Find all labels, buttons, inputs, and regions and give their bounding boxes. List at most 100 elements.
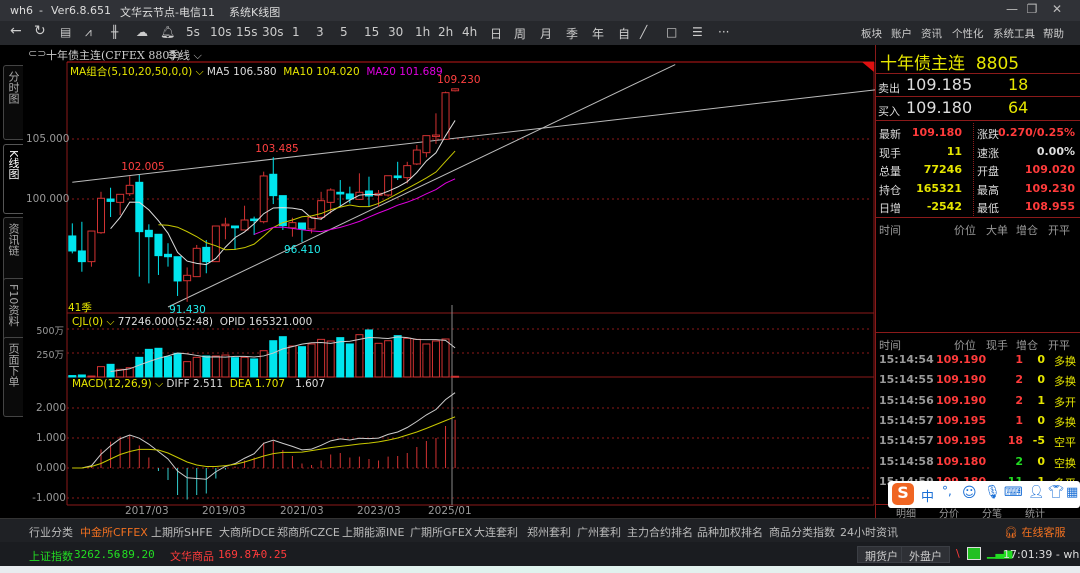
bid-row[interactable]: 买入 109.180 64 [876, 97, 1080, 121]
trade-row: 15:14:56 109.190 2 1 多开 [876, 392, 1080, 410]
candle-body [278, 195, 287, 227]
ask-row[interactable]: 卖出 109.185 18 [876, 73, 1080, 97]
exchange-tab[interactable]: 广期所GFEX [410, 524, 472, 540]
candle-body [125, 184, 134, 195]
bid-price: 109.180 [906, 98, 973, 117]
volume-bar [307, 343, 316, 378]
column-header: 时间 [879, 224, 901, 237]
exchange-tab[interactable]: 大商所DCE [219, 524, 275, 540]
user-icon[interactable]: 👤︎ [1028, 485, 1045, 500]
ma-legend-selector[interactable]: MA组合(5,10,20,50,0,0) [70, 66, 192, 78]
price-annotation: 103.485 [255, 143, 299, 156]
candle-body [326, 189, 335, 203]
exchange-tab[interactable]: 郑州套利 [527, 524, 571, 540]
trade-row: 15:14:58 109.180 2 0 空换 [876, 453, 1080, 471]
candle-body [240, 219, 249, 231]
index-name[interactable]: 上证指数 [29, 548, 73, 564]
exchange-tab[interactable]: 主力合约排名 [627, 524, 693, 540]
skin-icon[interactable]: 👕︎ [1048, 485, 1065, 500]
trade-row: 15:14:55 109.190 2 0 多换 [876, 371, 1080, 389]
stat-value: 109.020 [1024, 163, 1075, 176]
emoji-icon[interactable]: ☺ [962, 485, 977, 501]
futures-account-button[interactable]: 期货户 [857, 546, 906, 563]
volume-bar [345, 343, 354, 378]
exchange-tab[interactable]: 上期能源INE [342, 524, 404, 540]
volume-bar [211, 355, 220, 378]
volume-bar [422, 343, 431, 378]
stat-label: 开盘 [977, 165, 999, 178]
trade-cell: 0 [1037, 373, 1045, 387]
trade-cell: 109.195 [936, 413, 987, 427]
trade-cell: 多开 [1054, 395, 1076, 409]
contract-name: 十年债主连 [880, 54, 965, 74]
volume-bar [259, 350, 268, 378]
index-value: 169.87 [218, 548, 258, 561]
bid-label: 买入 [878, 105, 900, 118]
candle-body [364, 190, 373, 197]
customer-service-link[interactable]: 🎧︎ 在线客服 [1004, 524, 1065, 540]
stat-value: 0.270/0.25% [998, 126, 1075, 139]
volume-bar [412, 338, 421, 378]
ask-price: 109.185 [906, 75, 973, 94]
ime-punctuation[interactable]: °, [942, 484, 952, 498]
candle-body [154, 233, 163, 257]
trade-cell: 2 [1015, 393, 1023, 407]
candle-body [393, 175, 402, 179]
volume-bar [278, 336, 287, 378]
volume-bar [384, 340, 393, 378]
clock: 17:01:39 - wh [1003, 548, 1080, 561]
exchange-tab[interactable]: 24小时资讯 [840, 524, 898, 540]
stats-table: 最新 109.180 涨跌 0.270/0.25% 现手 11 速涨 0.00% 总量 77246… [876, 123, 1080, 218]
trade-row: 15:14:57 109.195 18 -5 空平 [876, 432, 1080, 450]
volume-bar [317, 338, 326, 378]
ime-language[interactable]: 中 [921, 486, 934, 505]
trade-row: 15:14:54 109.190 1 0 多换 [876, 351, 1080, 369]
candle-body [144, 229, 153, 238]
exchange-tab[interactable]: 广州套利 [577, 524, 621, 540]
volume-bar [441, 338, 450, 378]
keyboard-icon[interactable]: ⌨ [1004, 485, 1023, 500]
stat-label: 最低 [977, 202, 999, 215]
candle-body [345, 193, 354, 200]
exchange-tab[interactable]: 中金所CFFEX [80, 524, 148, 544]
volume-bar [164, 356, 172, 378]
apps-icon[interactable]: ▦ [1066, 485, 1078, 500]
candle-body [269, 173, 278, 197]
candle-body [97, 197, 106, 234]
exchange-tab[interactable]: 大连套利 [474, 524, 518, 540]
index-name[interactable]: 文华商品 [170, 548, 214, 564]
stat-value: 77246 [923, 163, 962, 176]
trade-cell: 15:14:58 [879, 454, 934, 468]
candle-body [422, 135, 431, 154]
candle-body [451, 88, 460, 92]
stat-label: 最高 [977, 183, 999, 197]
candle-body [259, 175, 268, 223]
headset-icon: 🎧︎ [1004, 526, 1018, 539]
exchange-tabs: 行业分类 中金所CFFEX 上期所SHFE 大商所DCE 郑商所CZCE 上期能源INE 广… [0, 518, 1080, 544]
foreign-account-button[interactable]: 外盘户 [901, 546, 950, 563]
trade-cell: 1 [1037, 393, 1045, 407]
stat-label: 最新 [879, 128, 901, 141]
trade-cell: 109.190 [936, 353, 987, 366]
macd-legend-selector[interactable]: MACD(12,26,9) [72, 378, 152, 390]
volume-bar [173, 352, 182, 378]
stat-label: 日增 [879, 202, 901, 215]
exchange-tab[interactable]: 郑商所CZCE [277, 524, 340, 540]
volume-legend-selector[interactable]: CJL(0) [72, 316, 103, 328]
price-annotation: 102.005 [121, 160, 165, 173]
ime-toolbar[interactable]: S 中 °, ☺ 🎙︎ ⌨ 👤︎ 👕︎ ▦ [888, 481, 1080, 508]
trade-cell: 2 [1015, 454, 1023, 468]
volume-bar [144, 348, 153, 378]
x-tick: 2025/01 [428, 505, 472, 517]
exchange-tab[interactable]: 上期所SHFE [151, 524, 213, 540]
exchange-tab[interactable]: 品种加权排名 [697, 524, 763, 540]
microphone-icon[interactable]: 🎙︎ [984, 485, 1001, 500]
trendline [72, 89, 877, 183]
volume-bar [230, 357, 239, 378]
exchange-tab[interactable]: 行业分类 [29, 524, 73, 540]
price-tick: 105.000 [26, 133, 70, 145]
exchange-tab[interactable]: 商品分类指数 [769, 524, 835, 540]
candle-body [317, 200, 326, 218]
price-annotation: 109.230 [437, 74, 481, 87]
volume-bar [221, 354, 230, 378]
